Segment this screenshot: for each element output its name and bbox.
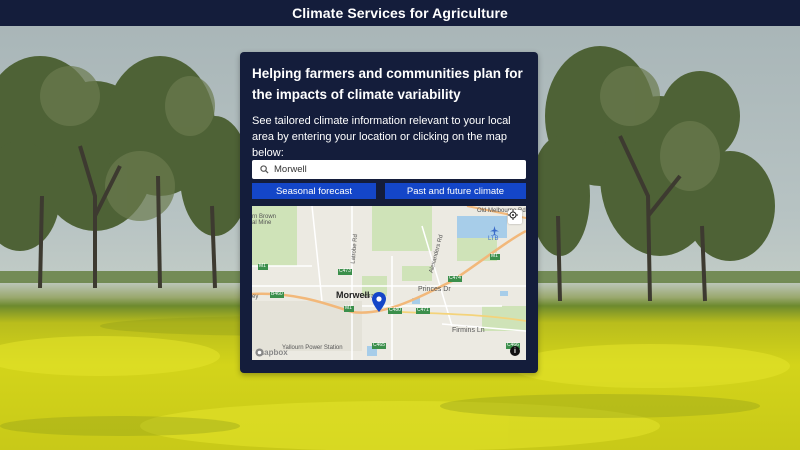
seasonal-forecast-button[interactable]: Seasonal forecast [252, 183, 376, 199]
card-description: See tailored climate information relevan… [252, 115, 511, 159]
top-header: Climate Services for Agriculture [0, 0, 800, 26]
location-search-box[interactable] [252, 160, 526, 179]
map-label-brown-mine: rn Brown al Mine [252, 214, 277, 226]
mapbox-attribution[interactable]: mapbox [255, 348, 288, 357]
intro-card: Helping farmers and communities plan for… [240, 52, 538, 373]
location-map[interactable]: Old Melbourne Rd rn Brown al Mine LTB La… [252, 206, 526, 360]
map-shield-c480: C480 [389, 307, 401, 313]
map-shield-c473: C473 [339, 268, 351, 274]
map-shield-m1-b: M1 [345, 305, 352, 311]
locate-me-button[interactable] [508, 210, 522, 224]
map-label-ey: ey [252, 294, 259, 300]
location-search-input[interactable] [272, 164, 516, 175]
search-icon [256, 162, 272, 178]
map-shield-c465: C465 [373, 342, 385, 348]
map-shield-c471: C471 [417, 307, 429, 313]
site-title: Climate Services for Agriculture [292, 5, 508, 21]
map-shield-c474: C474 [449, 275, 461, 281]
map-label-princes-dr: Princes Dr [418, 286, 451, 293]
info-icon[interactable]: i [510, 346, 520, 356]
map-shield-b460: B460 [271, 291, 283, 297]
map-shield-m1-a: M1 [259, 263, 266, 269]
map-label-airport: LTB [488, 236, 499, 242]
map-town-label: Morwell [336, 290, 370, 300]
card-heading: Helping farmers and communities plan for… [252, 66, 523, 102]
past-future-climate-button[interactable]: Past and future climate [385, 183, 526, 199]
map-label-firmins-ln: Firmins Ln [452, 327, 485, 334]
map-shield-m1-c: M1 [491, 253, 498, 259]
map-label-yallourn: Yallourn Power Station [282, 345, 343, 351]
